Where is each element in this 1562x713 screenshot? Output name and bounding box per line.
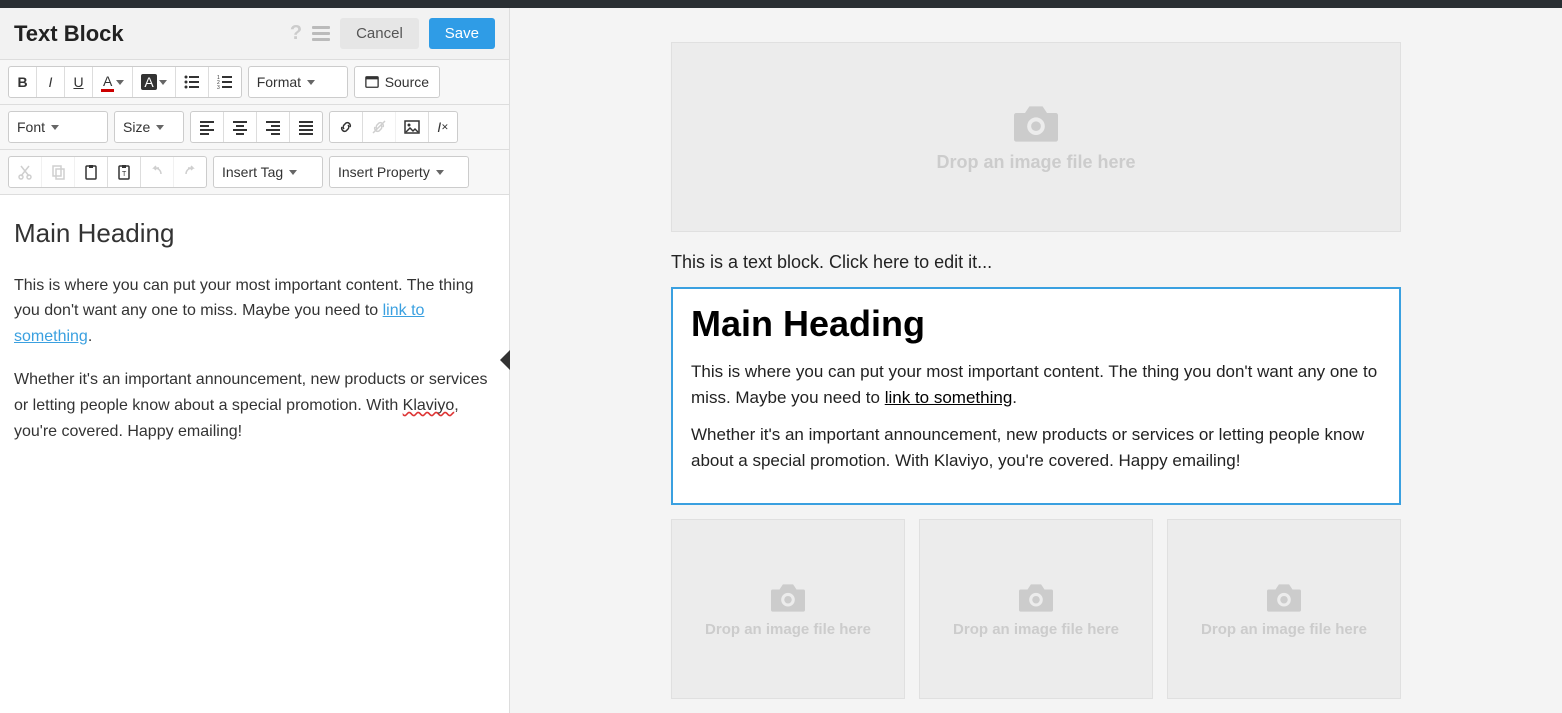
collapse-panel-icon[interactable]	[500, 350, 510, 370]
align-left-button[interactable]	[191, 112, 224, 142]
image-triple-row: Drop an image file here Drop an image fi…	[671, 519, 1401, 699]
clear-format-button[interactable]: I✕	[429, 112, 457, 142]
source-label: Source	[385, 74, 429, 90]
numbered-list-button[interactable]: 123	[209, 67, 241, 97]
format-dropdown[interactable]: Format	[248, 66, 348, 98]
toolbar-row-1: B I U A A 123 Format Source	[0, 60, 509, 105]
drop-text: Drop an image file here	[953, 621, 1119, 638]
bullet-list-button[interactable]	[176, 67, 209, 97]
toolbar-row-2: Font Size I✕	[0, 105, 509, 150]
cancel-button[interactable]: Cancel	[340, 18, 419, 49]
bold-button[interactable]: B	[9, 67, 37, 97]
app-topbar	[0, 0, 1562, 8]
align-center-button[interactable]	[224, 112, 257, 142]
align-right-button[interactable]	[257, 112, 290, 142]
redo-button[interactable]	[174, 157, 206, 187]
insert-tag-label: Insert Tag	[222, 164, 283, 180]
editor-spell-klaviyo: Klaviyo	[403, 397, 455, 414]
insert-property-dropdown[interactable]: Insert Property	[329, 156, 469, 188]
paste-button[interactable]	[75, 157, 108, 187]
help-icon[interactable]: ?	[290, 22, 302, 45]
size-dropdown[interactable]: Size	[114, 111, 184, 143]
undo-button[interactable]	[141, 157, 174, 187]
image-drop-zone-3[interactable]: Drop an image file here	[1167, 519, 1401, 699]
panel-header: Text Block ? Cancel Save	[0, 8, 509, 60]
editor-panel: Text Block ? Cancel Save B I U A A 123	[0, 8, 510, 713]
source-button[interactable]: Source	[354, 66, 440, 98]
save-button[interactable]: Save	[429, 18, 495, 49]
font-label: Font	[17, 119, 45, 135]
drop-text: Drop an image file here	[705, 621, 871, 638]
insert-property-label: Insert Property	[338, 164, 430, 180]
panel-title: Text Block	[14, 21, 124, 47]
paste-text-button[interactable]: T	[108, 157, 141, 187]
editor-paragraph-1: This is where you can put your most impo…	[14, 273, 495, 350]
link-button[interactable]	[330, 112, 363, 142]
unlink-button[interactable]	[363, 112, 396, 142]
selected-text-block[interactable]: Main Heading This is where you can put y…	[671, 287, 1401, 505]
preview-paragraph-1: This is where you can put your most impo…	[691, 359, 1381, 410]
insert-tag-dropdown[interactable]: Insert Tag	[213, 156, 323, 188]
text-block-placeholder[interactable]: This is a text block. Click here to edit…	[671, 252, 1401, 273]
underline-button[interactable]: U	[65, 67, 93, 97]
editor-heading: Main Heading	[14, 213, 495, 255]
menu-icon[interactable]	[312, 26, 330, 41]
text-color-button[interactable]: A	[93, 67, 133, 97]
svg-text:3: 3	[217, 85, 220, 90]
size-label: Size	[123, 119, 150, 135]
preview-paragraph-2: Whether it's an important announcement, …	[691, 422, 1381, 473]
font-dropdown[interactable]: Font	[8, 111, 108, 143]
image-drop-zone-2[interactable]: Drop an image file here	[919, 519, 1153, 699]
editor-content[interactable]: Main Heading This is where you can put y…	[0, 195, 509, 713]
drop-text: Drop an image file here	[936, 152, 1135, 173]
svg-text:T: T	[122, 171, 127, 178]
image-drop-zone-hero[interactable]: Drop an image file here	[671, 42, 1401, 232]
drop-text: Drop an image file here	[1201, 621, 1367, 638]
toolbar-row-3: T Insert Tag Insert Property	[0, 150, 509, 195]
preview-link-1[interactable]: link to something	[885, 388, 1013, 407]
image-button[interactable]	[396, 112, 429, 142]
italic-button[interactable]: I	[37, 67, 65, 97]
align-justify-button[interactable]	[290, 112, 322, 142]
cut-button[interactable]	[9, 157, 42, 187]
bg-color-button[interactable]: A	[133, 67, 175, 97]
preview-panel: Drop an image file here This is a text b…	[510, 8, 1562, 713]
image-drop-zone-1[interactable]: Drop an image file here	[671, 519, 905, 699]
copy-button[interactable]	[42, 157, 75, 187]
editor-paragraph-2: Whether it's an important announcement, …	[14, 367, 495, 444]
preview-heading: Main Heading	[691, 303, 1381, 345]
format-label: Format	[257, 74, 301, 90]
